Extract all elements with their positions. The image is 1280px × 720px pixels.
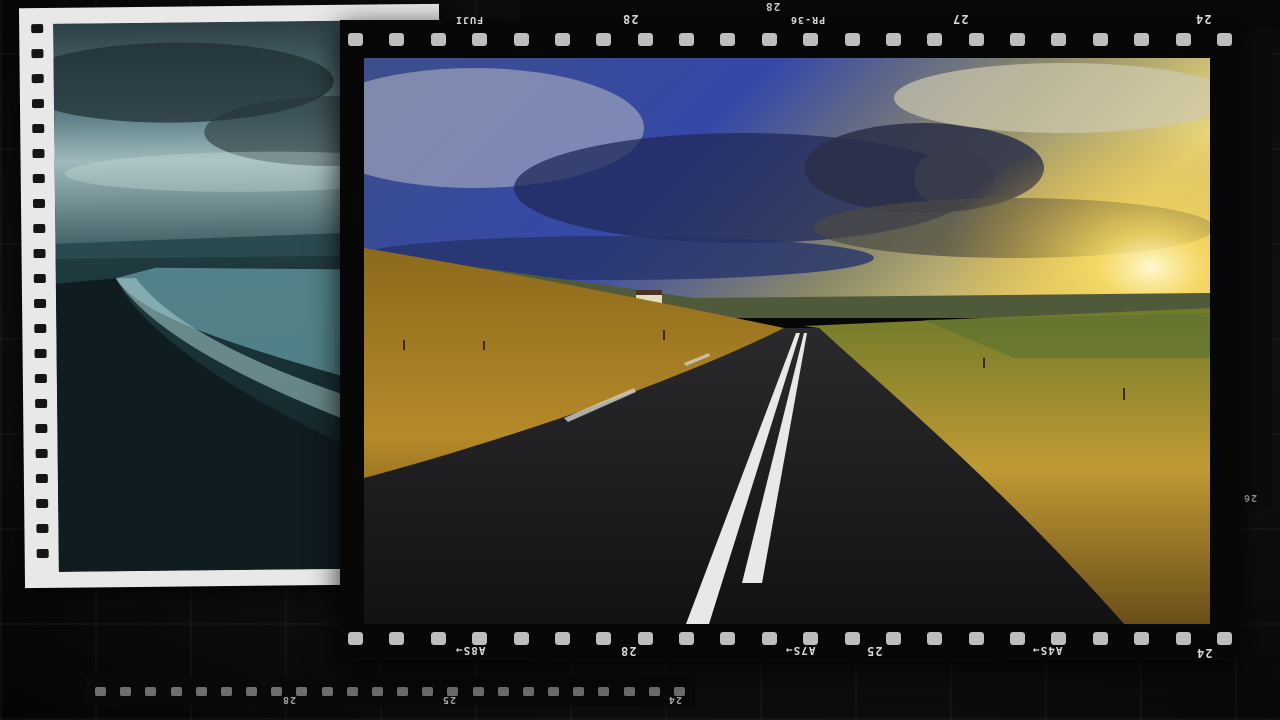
back-film-strip-right <box>1238 30 1272 510</box>
film-text-pr36: PR-36 <box>790 14 826 25</box>
film-text-back-top-28: 28 <box>765 0 781 13</box>
main-road-sunset-photo <box>364 58 1210 624</box>
film-text-top-24: 24 <box>1195 12 1212 26</box>
left-print-sprocket-holes <box>28 23 52 572</box>
back-bottom-sprockets <box>95 685 685 697</box>
film-text-back-bottom-24: 24 <box>668 694 683 705</box>
film-text-bottom-27a: A7S→ <box>785 644 816 657</box>
film-text-top-28: 28 <box>622 12 639 26</box>
film-text-bottom-25: 25 <box>866 644 883 658</box>
film-text-fuji: FUJI <box>455 14 484 25</box>
main-film-frame <box>340 20 1240 660</box>
film-text-top-27: 27 <box>952 12 969 26</box>
film-text-right-26: 26 <box>1243 492 1258 503</box>
film-text-back-bottom-25: 25 <box>442 694 457 705</box>
film-text-bottom-24: 24 <box>1196 646 1213 660</box>
film-text-bottom-24a: A4S→ <box>1032 644 1063 657</box>
back-film-strip-bottom <box>85 676 695 706</box>
film-text-bottom-28: 28 <box>620 644 637 658</box>
film-text-back-bottom-28: 28 <box>282 694 297 705</box>
bottom-sprocket-holes <box>348 631 1232 645</box>
film-text-bottom-28a: A8S→ <box>455 644 486 657</box>
top-sprocket-holes <box>348 32 1232 46</box>
